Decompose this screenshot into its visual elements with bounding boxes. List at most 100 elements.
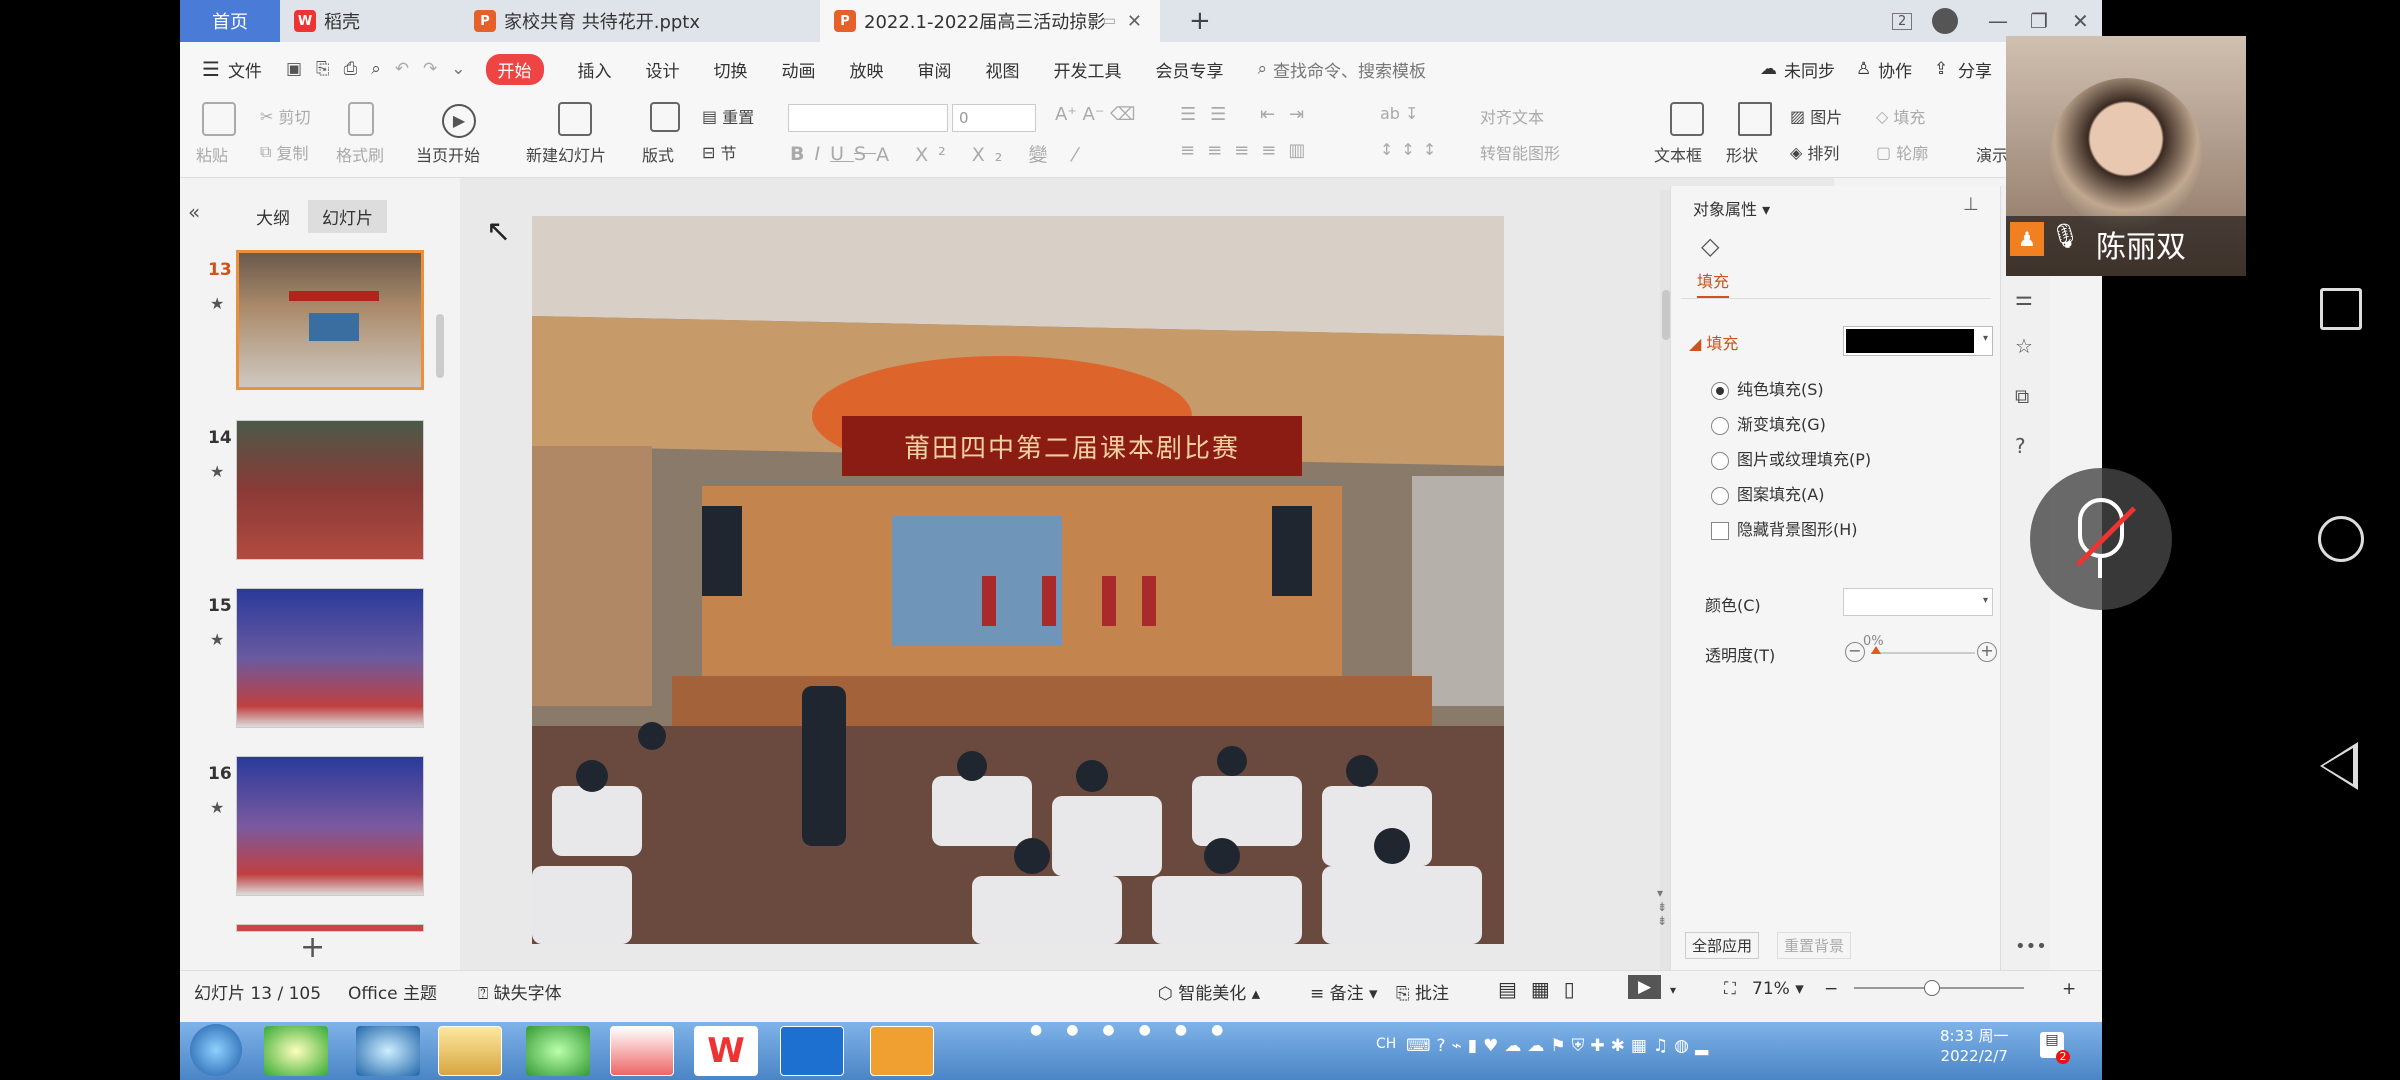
fill-option-pattern[interactable]: 图案填充(A) [1711, 481, 1824, 505]
menu-view[interactable]: 视图 [986, 57, 1020, 82]
add-slide-button[interactable]: + [300, 930, 325, 965]
textbox-button[interactable]: 文本框 [1654, 142, 1702, 166]
spacing-icons[interactable]: ↕↕↕ [1380, 140, 1444, 159]
hide-bg-checkbox[interactable]: 隐藏背景图形(H) [1711, 516, 1858, 540]
tab-fill[interactable]: 填充 [1697, 268, 1730, 298]
recents-icon[interactable] [2320, 288, 2362, 330]
collapse-panel-icon[interactable]: « [188, 200, 200, 224]
panel-scrollbar[interactable] [436, 314, 444, 378]
slide-thumb-17[interactable] [236, 924, 424, 932]
arrange-button[interactable]: ◈ 排列 [1790, 140, 1839, 164]
theme-name[interactable]: Office 主题 [348, 979, 437, 1004]
layout-button[interactable]: 版式 [642, 142, 674, 166]
redo-icon[interactable]: ↷ [423, 59, 437, 79]
play-slideshow-button[interactable]: ▶ [1628, 975, 1662, 999]
tab-outline[interactable]: 大纲 [256, 204, 290, 229]
format-painter-button[interactable]: 格式刷 [336, 142, 384, 166]
missing-font-button[interactable]: ⍰ 缺失字体 [478, 979, 562, 1004]
fill-section-header[interactable]: ◢ 填充 [1689, 330, 1738, 354]
pin-icon[interactable]: ▭ [1103, 13, 1116, 29]
slide-main[interactable]: 莆田四中第二届课本剧比赛 [532, 216, 1504, 944]
play-options-icon[interactable]: ▾ [1670, 983, 1676, 997]
tab-wps[interactable]: W 稻壳 [280, 0, 460, 42]
view-mode-icons[interactable]: ▤▦▯ [1498, 977, 1589, 1001]
duplicate-icon[interactable]: ⧉ [2015, 384, 2029, 408]
list-icons[interactable]: ☰☰ ⇤⇥ [1180, 104, 1318, 125]
slide-thumb-13[interactable] [236, 250, 424, 390]
quick-more-icon[interactable]: ⌄ [451, 59, 465, 79]
ime-indicator[interactable]: CH [1376, 1036, 1396, 1052]
taskbar-app-icon[interactable] [264, 1026, 328, 1076]
explorer-icon[interactable] [438, 1026, 502, 1076]
home-icon[interactable] [2318, 516, 2364, 562]
cut-button[interactable]: ✂ 剪切 [260, 104, 311, 128]
fill-color-picker[interactable]: ▾ [1843, 326, 1993, 356]
new-tab-icon[interactable]: + [1175, 0, 1215, 42]
fill-button[interactable]: ◇ 填充 [1876, 104, 1925, 128]
menu-review[interactable]: 审阅 [918, 57, 952, 82]
hamburger-icon[interactable]: ☰ [202, 57, 220, 81]
menu-file[interactable]: 文件 [228, 57, 262, 82]
panel-title[interactable]: 对象属性 ▾ [1693, 196, 1770, 220]
clock[interactable]: 8:33 周一 2022/2/7 [1940, 1026, 2008, 1066]
paste-button[interactable]: 粘贴 [196, 142, 228, 166]
panel-scroll-arrows[interactable]: ▾ ⇟ ⇟ [1657, 886, 1667, 928]
close-window-icon[interactable]: ✕ [2072, 6, 2089, 36]
tray-icons[interactable]: ⌨?⌁▮♥☁☁⚑⛨✚✱▦♫◍▂ [1406, 1036, 1714, 1056]
ie-icon[interactable] [356, 1026, 420, 1076]
sync-status[interactable]: 未同步 [1784, 57, 1835, 82]
align-text-button[interactable]: 对齐文本 [1480, 104, 1544, 128]
zoom-select[interactable]: 71% ▾ [1752, 979, 1804, 999]
font-grow-icon[interactable]: A⁺ A⁻ ⌫ [1055, 104, 1136, 125]
text-direction-icon[interactable]: ab ↧ [1380, 104, 1418, 123]
slide-thumb-16[interactable] [236, 756, 424, 896]
beautify-button[interactable]: ⬡ 智能美化 ▴ [1158, 979, 1260, 1004]
preview-icon[interactable]: ⌕ [371, 59, 381, 79]
pin-tool-icon[interactable]: ☆ [2015, 334, 2033, 358]
section-button[interactable]: ⊟ 节 [702, 140, 737, 164]
browser-icon[interactable] [526, 1026, 590, 1076]
font-style-icons[interactable]: BIUSA X² X₂ 變 ⁄ [790, 140, 1087, 167]
apply-all-button[interactable]: 全部应用 [1685, 932, 1760, 959]
fill-option-solid[interactable]: 纯色填充(S) [1711, 376, 1824, 400]
tab-home[interactable]: 首页 [180, 0, 280, 42]
zoom-in-icon[interactable]: + [2062, 979, 2076, 999]
font-size-select[interactable]: 0 [952, 104, 1036, 132]
fill-option-gradient[interactable]: 渐变填充(G) [1711, 411, 1826, 435]
fit-window-icon[interactable]: ⛶ [1724, 979, 1736, 999]
start-button[interactable] [190, 1024, 242, 1076]
smartart-button[interactable]: 转智能图形 [1480, 140, 1560, 164]
zoom-out-icon[interactable]: − [1824, 979, 1838, 999]
share-button[interactable]: 分享 [1958, 57, 1992, 82]
transparency-plus-icon[interactable]: + [1977, 642, 1997, 662]
menu-slideshow[interactable]: 放映 [850, 57, 884, 82]
notes-button[interactable]: ≡ 备注 ▾ [1310, 979, 1378, 1004]
shape-button[interactable]: 形状 [1726, 142, 1758, 166]
reset-button[interactable]: ▤ 重置 [702, 104, 754, 128]
pdf-icon[interactable] [610, 1026, 674, 1076]
tab-doc1[interactable]: P 家校共育 共待花开.pptx [460, 0, 820, 42]
restore-icon[interactable]: ❐ [2030, 6, 2048, 36]
color-select[interactable]: ▾ [1843, 588, 1993, 616]
font-name-select[interactable] [788, 104, 948, 132]
transparency-minus-icon[interactable]: − [1845, 642, 1865, 662]
outline-button[interactable]: ▢ 轮廓 [1876, 140, 1928, 164]
zoom-slider[interactable] [1854, 980, 2024, 996]
menu-member[interactable]: 会员专享 [1156, 57, 1224, 82]
collab-button[interactable]: 协作 [1878, 57, 1912, 82]
from-current-button[interactable]: 当页开始 [416, 142, 480, 166]
transparency-slider[interactable] [1871, 646, 1975, 654]
present-button[interactable]: 演示 [1976, 142, 2008, 166]
ppt-taskbar-icon[interactable] [870, 1026, 934, 1076]
slide-thumb-14[interactable] [236, 420, 424, 560]
minimize-icon[interactable]: — [1988, 6, 2008, 36]
copy-button[interactable]: ⧉ 复制 [260, 140, 309, 164]
menu-start[interactable]: 开始 [485, 53, 544, 85]
meeting-icon[interactable] [780, 1026, 844, 1076]
fill-option-picture[interactable]: 图片或纹理填充(P) [1711, 446, 1871, 470]
new-slide-button[interactable]: 新建幻灯片 [526, 142, 606, 166]
reset-bg-button[interactable]: 重置背景 [1777, 932, 1852, 959]
avatar-icon[interactable] [1932, 6, 1958, 36]
pin-panel-icon[interactable]: ⊥ [1963, 194, 1979, 215]
menu-transition[interactable]: 切换 [714, 57, 748, 82]
